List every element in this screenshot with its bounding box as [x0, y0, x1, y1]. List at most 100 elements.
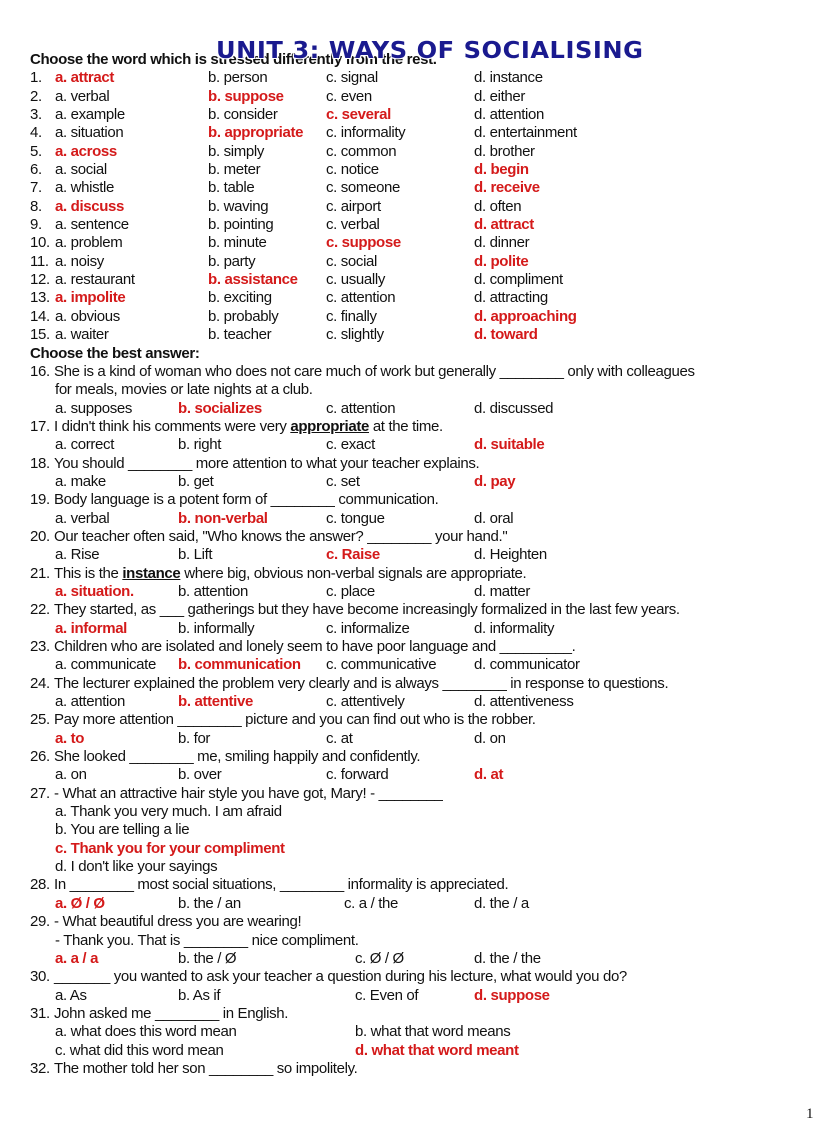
option: a. sentence: [55, 216, 129, 234]
option: b. communication: [178, 656, 301, 674]
options-row: a. on b. over c. forward d. at: [0, 766, 816, 784]
option: b. party: [208, 252, 256, 270]
option: c. slightly: [326, 326, 384, 344]
option: b. pointing: [208, 216, 274, 234]
question-text: She looked ________ me, smiling happily …: [54, 748, 421, 766]
question-text: Children who are isolated and lonely see…: [54, 638, 576, 656]
question-text: _______ you wanted to ask your teacher a…: [54, 968, 627, 986]
question-number: 23.: [30, 638, 50, 655]
key-word: appropriate: [290, 417, 369, 435]
question-number: 25.: [30, 711, 50, 729]
stress-question: 12. a. restaurant b. assistance c. usually d…: [0, 271, 816, 289]
option: a. example: [55, 106, 125, 124]
option: a. Thank you very much. I am afraid: [55, 803, 282, 821]
option: a. problem: [55, 234, 123, 252]
option: a. situation: [55, 124, 124, 142]
options-row: c. what did this word mean d. what that w…: [0, 1042, 816, 1060]
option: d. informality: [474, 619, 555, 637]
question-stem: 21. This is the instance where big, obvio…: [0, 565, 816, 583]
question-number: 11.: [30, 252, 49, 270]
options-row: a. supposes b. socializes c. attention d. d…: [0, 400, 816, 418]
question-stem: 18. You should ________ more attention to…: [0, 455, 816, 473]
options-row: a. informal b. informally c. informalize d.…: [0, 620, 816, 638]
question-stem: for meals, movies or late nights at a cl…: [0, 381, 816, 399]
stem-text: Pay more attention ________ picture and …: [54, 711, 536, 729]
option: a. situation.: [55, 582, 134, 600]
stem-text: - What beautiful dress you are wearing!: [54, 913, 302, 931]
option: d. on: [474, 729, 506, 747]
option: b. probably: [208, 307, 279, 325]
question-stem: 17. I didn't think his comments were very…: [0, 418, 816, 436]
stem-text: The mother told her son ________ so impo…: [54, 1059, 358, 1077]
option: a. on: [55, 766, 87, 784]
options-row: a. correct b. right c. exact d. suitable: [0, 436, 816, 454]
option: c. Ø / Ø: [355, 949, 404, 967]
stem-text: This is the: [54, 564, 123, 582]
stress-question: 2. a. verbal b. suppose c. even d. either: [0, 88, 816, 106]
question-text: She is a kind of woman who does not care…: [54, 363, 695, 381]
stress-question: 10. a. problem b. minute c. suppose d. dinne…: [0, 234, 816, 252]
option: b. consider: [208, 106, 278, 124]
option: d. begin: [474, 161, 529, 179]
worksheet: Choose the word which is stressed differ…: [0, 51, 816, 1078]
key-word: instance: [122, 564, 181, 582]
stem-text: She looked ________ me, smiling happily …: [54, 748, 421, 766]
option: a. to: [55, 729, 85, 747]
stress-question: 5. a. across b. simply c. common d. brother: [0, 143, 816, 161]
option: c. Even of: [355, 986, 419, 1004]
question-number: 14.: [30, 307, 50, 325]
option: c. at: [326, 729, 353, 747]
options-row: a. Thank you very much. I am afraid: [0, 803, 816, 821]
options-row: a. Ø / Ø b. the / an c. a / the d. the / a: [0, 895, 816, 913]
option: a. verbal: [55, 87, 110, 105]
option: b. waving: [208, 197, 269, 215]
question-number: 13.: [30, 289, 50, 307]
stem-text: - Thank you. That is ________ nice compl…: [55, 931, 359, 949]
question-text: This is the instance where big, obvious …: [54, 564, 527, 583]
option: b. suppose: [208, 87, 284, 105]
question-stem: 16. She is a kind of woman who does not c…: [0, 363, 816, 381]
option: c. tongue: [326, 509, 385, 527]
option: b. Lift: [178, 546, 213, 564]
options-row: a. Rise b. Lift c. Raise d. Heighten: [0, 546, 816, 564]
option: c. several: [326, 106, 391, 124]
option: b. get: [178, 472, 214, 490]
question-text: In ________ most social situations, ____…: [54, 876, 509, 894]
question-number: 21.: [30, 564, 50, 582]
option: a. communicate: [55, 656, 156, 674]
section-heading: Choose the best answer:: [30, 344, 200, 362]
option: c. forward: [326, 766, 389, 784]
question-number: 1.: [30, 69, 42, 87]
option: c. a / the: [344, 894, 399, 912]
stem-text: Children who are isolated and lonely see…: [54, 638, 576, 655]
question-stem: 31. John asked me ________ in English.: [0, 1005, 816, 1023]
question-number: 19.: [30, 491, 50, 509]
option: a. a / a: [55, 949, 99, 967]
options-row: d. I don't like your sayings: [0, 858, 816, 876]
option: c. attention: [326, 399, 396, 417]
option: b. appropriate: [208, 124, 304, 142]
option: a. informal: [55, 619, 127, 637]
question-number: 5.: [30, 142, 42, 160]
question-number: 28.: [30, 876, 50, 894]
stress-question: 13. a. impolite b. exciting c. attention d. …: [0, 289, 816, 307]
question-stem: 27. - What an attractive hair style you h…: [0, 785, 816, 803]
option: d. pay: [474, 472, 516, 490]
stress-question: 11. a. noisy b. party c. social d. polite: [0, 253, 816, 271]
stress-question: 7. a. whistle b. table c. someone d. receive: [0, 179, 816, 197]
document-title: UNIT 3: WAYS OF SOCIALISING: [216, 38, 644, 64]
option: a. impolite: [55, 289, 126, 307]
option: a. attract: [55, 69, 115, 87]
question-number: 7.: [30, 179, 42, 197]
option: a. correct: [55, 436, 115, 454]
option: d. discussed: [474, 399, 554, 417]
question-number: 20.: [30, 527, 50, 545]
options-row: a. As b. As if c. Even of d. suppose: [0, 987, 816, 1005]
options-row: a. communicate b. communication c. communi…: [0, 656, 816, 674]
stress-question: 4. a. situation b. appropriate c. informali…: [0, 124, 816, 142]
question-stem: 22. They started, as ___ gatherings but t…: [0, 601, 816, 619]
option: d. attract: [474, 216, 534, 234]
question-number: 30.: [30, 968, 50, 986]
option: d. entertainment: [474, 124, 577, 142]
option: c. verbal: [326, 216, 380, 234]
